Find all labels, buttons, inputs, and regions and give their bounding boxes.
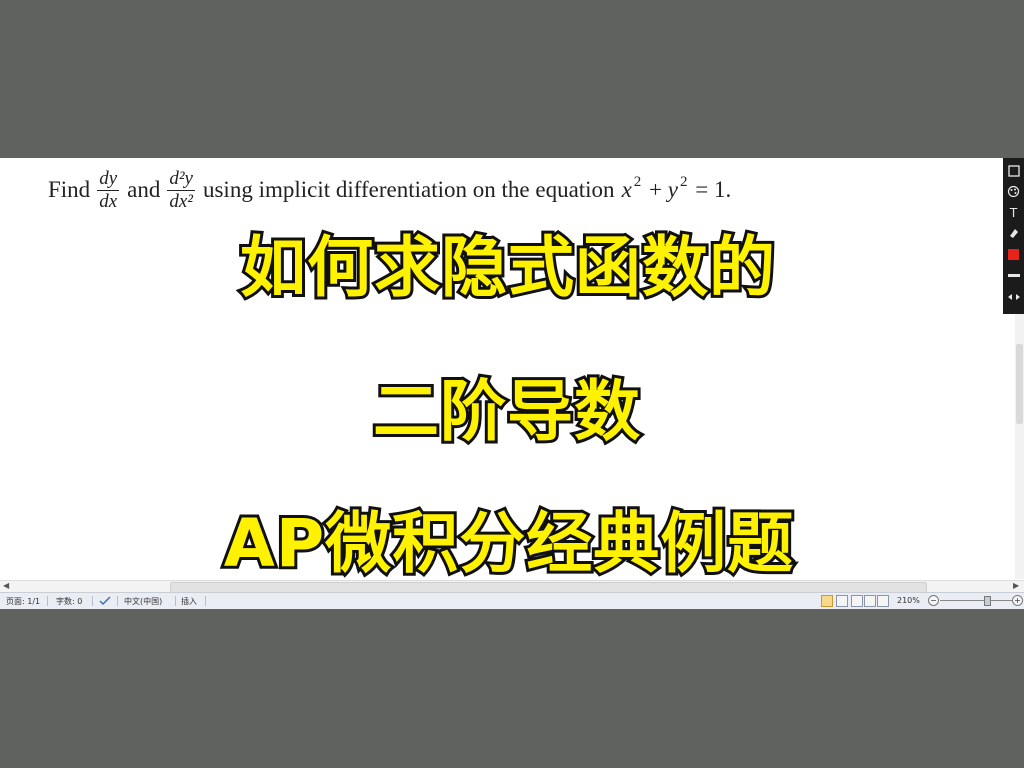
insert-mode[interactable]: 插入 <box>181 596 197 607</box>
fraction-numerator: dy <box>97 167 120 191</box>
spellcheck-icon[interactable] <box>99 596 111 608</box>
divider <box>117 596 118 606</box>
print-layout-view-button[interactable] <box>821 595 833 607</box>
equation-exponent: 2 <box>679 174 688 190</box>
zoom-out-icon[interactable]: − <box>928 595 939 606</box>
square-icon[interactable] <box>1005 161 1022 180</box>
status-bar: 页面: 1/1 字数: 0 中文(中国) 插入 210% − + <box>0 592 1024 609</box>
problem-statement: Find dy dx and d²y dx² using implicit di… <box>48 160 948 220</box>
line-swatch <box>1007 274 1020 277</box>
reading-view-button[interactable] <box>836 595 848 607</box>
divider <box>47 596 48 606</box>
text-icon[interactable]: T <box>1005 203 1022 222</box>
red-color-swatch[interactable] <box>1005 245 1022 264</box>
web-layout-view-button[interactable] <box>851 595 863 607</box>
equation-x: x <box>621 177 632 202</box>
language-indicator[interactable]: 中文(中国) <box>124 596 162 607</box>
d2y-dx2-fraction: d²y dx² <box>167 168 195 213</box>
equation-y: y <box>667 177 678 202</box>
page-count[interactable]: 页面: 1/1 <box>6 596 40 607</box>
equation-rhs: = 1. <box>695 177 732 202</box>
outline-view-button[interactable] <box>864 595 876 607</box>
divider <box>92 596 93 606</box>
overlay-title-line2: 二阶导数 <box>370 370 643 453</box>
fraction-denominator: dx² <box>169 190 193 212</box>
divider <box>175 596 176 606</box>
word-count[interactable]: 字数: 0 <box>56 596 82 607</box>
equation-exponent: 2 <box>633 174 642 190</box>
equation-plus: + <box>649 177 663 202</box>
line-width-icon[interactable] <box>1005 266 1022 285</box>
find-word: Find <box>48 177 91 202</box>
zoom-in-icon[interactable]: + <box>1012 595 1023 606</box>
red-swatch <box>1008 249 1019 260</box>
vertical-scroll-thumb[interactable] <box>1016 344 1023 424</box>
scroll-left-icon[interactable]: ◀ <box>3 581 9 590</box>
scroll-right-icon[interactable]: ▶ <box>1013 581 1019 590</box>
divider <box>205 596 206 606</box>
fraction-denominator: dx <box>99 190 118 212</box>
overlay-title-line1: 如何求隐式函数的 <box>237 226 778 309</box>
eraser-icon[interactable] <box>1005 224 1022 243</box>
zoom-slider-track[interactable] <box>940 600 1018 601</box>
dy-dx-fraction: dy dx <box>97 167 120 213</box>
arrows-icon[interactable] <box>1005 287 1022 306</box>
fraction-numerator: d²y <box>167 167 195 191</box>
zoom-level[interactable]: 210% <box>897 596 920 605</box>
draft-view-button[interactable] <box>877 595 889 607</box>
problem-text: using implicit differentiation on the eq… <box>202 177 615 202</box>
equation: x2 + y2 = 1. <box>621 174 732 203</box>
zoom-slider-knob[interactable] <box>984 596 991 606</box>
vertical-scrollbar[interactable] <box>1015 314 1024 579</box>
pen-toolbar: T <box>1003 158 1024 314</box>
overlay-title-line3: AP微积分经典例题 <box>221 502 796 585</box>
and-word: and <box>127 177 161 202</box>
palette-icon[interactable] <box>1005 182 1022 201</box>
